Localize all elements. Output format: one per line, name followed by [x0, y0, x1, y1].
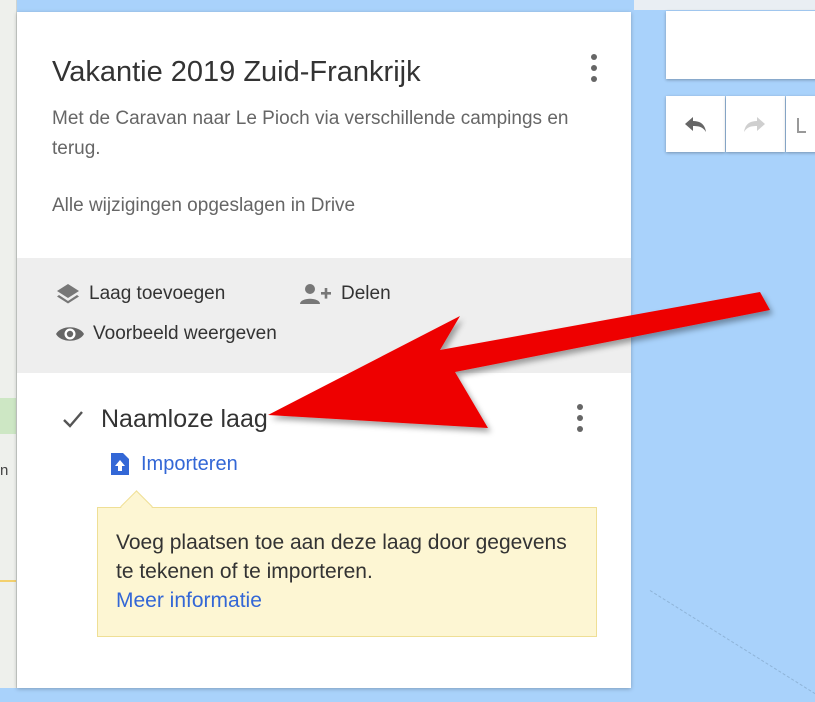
import-label: Importeren [141, 452, 238, 475]
add-person-icon [300, 284, 331, 304]
map-description[interactable]: Met de Caravan naar Le Pioch via verschi… [52, 104, 592, 164]
map-toolbar [666, 96, 815, 152]
layer-name[interactable]: Naamloze laag [101, 405, 268, 434]
map-title[interactable]: Vakantie 2019 Zuid-Frankrijk [52, 56, 421, 89]
tooltip-text: Voeg plaatsen toe aan deze laag door geg… [116, 531, 567, 583]
map-label-fragment: n [0, 462, 9, 479]
map-left-edge: n [0, 0, 17, 688]
save-status: Alle wijzigingen opgeslagen in Drive [52, 195, 356, 216]
hand-icon [796, 118, 806, 133]
share-label: Delen [341, 283, 391, 304]
undo-icon [685, 117, 707, 132]
undo-button[interactable] [666, 96, 725, 152]
more-info-link[interactable]: Meer informatie [116, 586, 578, 615]
map-details-panel: Vakantie 2019 Zuid-Frankrijk Met de Cara… [17, 12, 631, 688]
layers-icon [57, 284, 79, 304]
select-tool-button[interactable] [785, 96, 815, 152]
eye-icon [56, 327, 84, 341]
add-layer-label: Laag toevoegen [89, 283, 226, 304]
share-button[interactable]: Delen [299, 282, 391, 306]
import-link[interactable]: Importeren [109, 452, 238, 476]
map-search-box[interactable] [666, 11, 815, 79]
layer-header: Naamloze laag [61, 405, 268, 434]
layer-options-menu-icon[interactable] [570, 398, 590, 438]
map-top-strip [634, 0, 815, 10]
upload-icon [111, 453, 129, 475]
map-options-menu-icon[interactable] [584, 48, 604, 88]
redo-button[interactable] [725, 96, 785, 152]
map-actions-bar: Laag toevoegen Delen Voorbeeld weergeven [17, 258, 631, 373]
map-boundary-line [649, 590, 815, 702]
preview-button[interactable]: Voorbeeld weergeven [55, 322, 277, 346]
layer-visibility-checkbox[interactable] [61, 408, 85, 432]
redo-icon [744, 117, 766, 132]
add-layer-button[interactable]: Laag toevoegen [55, 282, 225, 306]
preview-label: Voorbeeld weergeven [93, 323, 277, 344]
map-road [0, 580, 16, 582]
map-park-area [0, 398, 16, 434]
layer-help-tooltip: Voeg plaatsen toe aan deze laag door geg… [97, 507, 597, 637]
